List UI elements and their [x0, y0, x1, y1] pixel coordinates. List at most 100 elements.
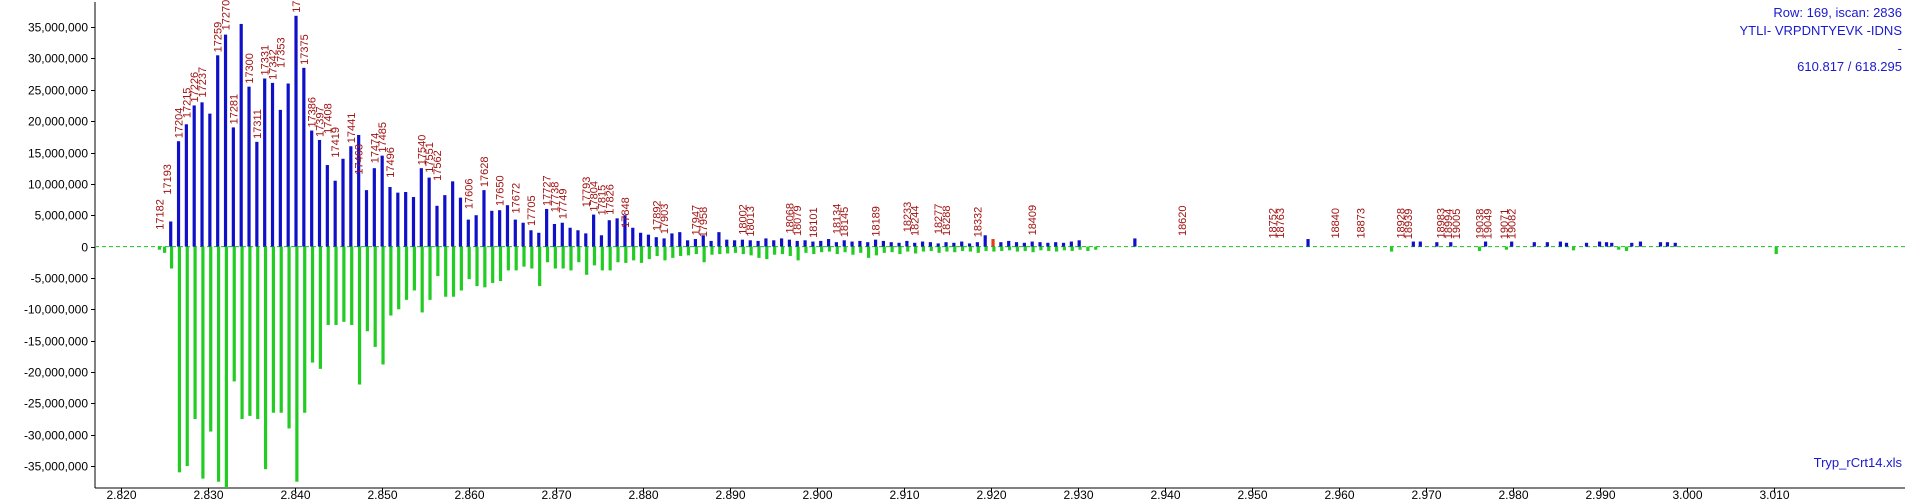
- y-tick-label: 15,000,000: [28, 147, 88, 161]
- positive-bar: [466, 219, 470, 247]
- peak-label: 18840: [1330, 208, 1342, 239]
- x-tick-label: 2,930: [1063, 488, 1093, 499]
- negative-bar: [851, 246, 855, 255]
- positive-bar: [419, 168, 423, 247]
- negative-bar: [639, 246, 644, 263]
- positive-bar: [474, 215, 478, 247]
- negative-bar: [1039, 246, 1043, 251]
- positive-bar: [216, 55, 220, 247]
- positive-bar: [529, 230, 533, 247]
- positive-bar: [999, 242, 1003, 247]
- positive-bar: [866, 242, 870, 247]
- x-tick-label: 3,000: [1672, 488, 1702, 499]
- negative-bar: [953, 246, 957, 253]
- positive-bar: [740, 239, 745, 247]
- negative-bar: [475, 246, 479, 287]
- negative-bar: [240, 246, 244, 420]
- negative-bar: [679, 246, 683, 256]
- positive-bar: [1306, 239, 1310, 247]
- positive-bar: [208, 113, 212, 247]
- positive-bar: [1411, 241, 1415, 247]
- negative-bar: [1504, 246, 1509, 250]
- positive-bar: [639, 232, 643, 247]
- negative-bar: [310, 246, 315, 363]
- positive-bar: [772, 240, 776, 247]
- mirror-bar-chart: 35,000,000 30,000,000 25,000,000 20,000,000…: [24, 0, 1905, 499]
- positive-bar: [380, 155, 384, 247]
- negative-bar: [271, 246, 275, 413]
- negative-bar: [303, 246, 307, 413]
- positive-bar: [498, 210, 502, 247]
- peak-label: 17650: [495, 175, 507, 206]
- x-tick-label: 2,920: [976, 488, 1006, 499]
- negative-bar: [1571, 246, 1576, 251]
- positive-bar: [1610, 242, 1614, 247]
- positive-bar: [458, 197, 463, 247]
- negative-bar: [412, 246, 416, 291]
- negative-bar: [1015, 246, 1020, 252]
- positive-bar: [826, 239, 831, 247]
- positive-bar: [1418, 241, 1422, 247]
- negative-bar: [647, 246, 651, 260]
- negative-bar: [1000, 246, 1004, 251]
- positive-bar: [748, 240, 752, 247]
- negative-bar: [741, 246, 745, 255]
- negative-bar: [1617, 246, 1621, 250]
- peak-label: 18332: [972, 207, 984, 238]
- x-tick-label: 2,880: [628, 488, 658, 499]
- negative-bar: [1070, 246, 1074, 251]
- negative-bar: [295, 246, 299, 482]
- positive-bar: [811, 241, 815, 247]
- positive-bar: [1061, 242, 1066, 247]
- positive-bar: [913, 242, 917, 247]
- negative-bar: [201, 246, 205, 479]
- positive-bar: [920, 241, 925, 247]
- negative-bar: [397, 246, 401, 310]
- positive-bar: [223, 34, 228, 247]
- positive-bar: [1604, 242, 1609, 247]
- peak-label: 17375: [299, 34, 311, 65]
- y-tick-label: 5,000,000: [35, 209, 89, 223]
- negative-bar: [1086, 246, 1090, 251]
- negative-bar: [882, 246, 886, 253]
- negative-bar: [169, 246, 174, 269]
- negative-bar: [1094, 246, 1098, 250]
- positive-bar: [364, 190, 369, 247]
- positive-bar: [1007, 240, 1011, 247]
- negative-bar: [326, 246, 330, 325]
- peak-label: 17848: [620, 197, 632, 228]
- positive-bar: [936, 243, 940, 247]
- negative-bar: [491, 246, 495, 283]
- peak-label: 17237: [197, 67, 209, 98]
- positive-bar: [576, 230, 580, 247]
- negative-bar: [710, 246, 714, 255]
- peak-label: 18763: [1275, 208, 1287, 239]
- negative-bar: [843, 246, 847, 253]
- positive-bar: [310, 130, 314, 247]
- peak-label: 17496: [385, 147, 397, 178]
- negative-bar: [1023, 246, 1027, 251]
- positive-bar: [349, 146, 353, 247]
- negative-bar: [867, 246, 871, 258]
- negative-bar: [373, 246, 377, 347]
- x-tick-label: 2,900: [802, 488, 832, 499]
- negative-bar: [929, 246, 933, 251]
- negative-bar: [436, 246, 440, 277]
- y-tick-label: -15,000,000: [24, 335, 88, 349]
- positive-bar: [795, 240, 799, 247]
- peak-label: 17419: [330, 127, 342, 158]
- negative-bar: [906, 246, 910, 252]
- negative-bar: [157, 246, 161, 250]
- negative-bar: [585, 246, 589, 275]
- negative-bar: [263, 246, 268, 470]
- negative-bar: [357, 246, 362, 385]
- positive-bar: [834, 242, 839, 247]
- positive-bar: [1069, 241, 1073, 247]
- positive-bar: [693, 239, 698, 247]
- y-tick-label: 30,000,000: [28, 52, 88, 66]
- y-tick-label: -25,000,000: [24, 397, 88, 411]
- negative-bar: [1477, 246, 1482, 251]
- negative-bar: [726, 246, 730, 254]
- positive-bar: [889, 242, 893, 247]
- spectrum-viewer: 35,000,000 30,000,000 25,000,000 20,000,000…: [0, 0, 1912, 499]
